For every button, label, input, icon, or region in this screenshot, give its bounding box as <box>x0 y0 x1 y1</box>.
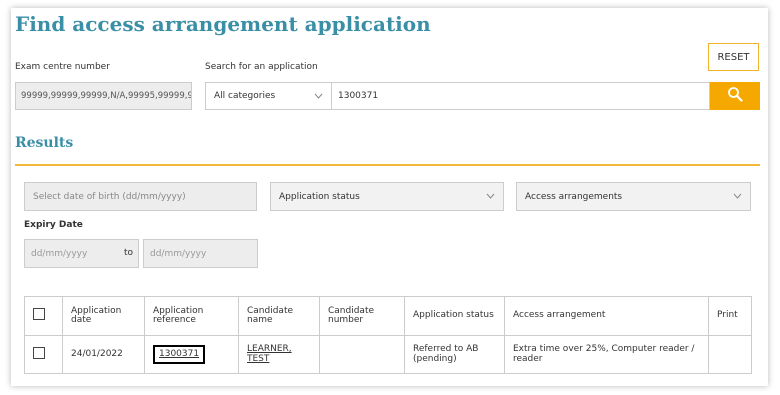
cell-application-date: 24/01/2022 <box>62 335 145 374</box>
exam-centre-field: 99999,99999,99999,N/A,99995,99999,99999 <box>15 82 192 110</box>
search-button[interactable] <box>710 82 760 110</box>
expiry-to-placeholder: dd/mm/yyyy <box>150 248 207 259</box>
results-title: Results <box>15 135 74 151</box>
arrangements-filter-label: Access arrangements <box>525 191 623 202</box>
col-header-application-status[interactable]: Application status <box>404 296 505 336</box>
col-header-application-date[interactable]: Application date <box>62 296 145 336</box>
chevron-down-icon <box>314 92 323 101</box>
results-table: Application date Application reference C… <box>24 296 752 374</box>
cell-candidate-number <box>319 335 405 374</box>
table-row: 24/01/2022 1300371 LEARNER, TEST Referre… <box>24 335 752 374</box>
table-header-row: Application date Application reference C… <box>24 296 752 336</box>
search-label: Search for an application <box>205 62 318 72</box>
application-reference-link[interactable]: 1300371 <box>159 349 199 359</box>
status-filter-select[interactable]: Application status <box>270 182 504 211</box>
search-query-value: 1300371 <box>338 91 379 101</box>
select-all-checkbox[interactable] <box>33 308 45 321</box>
cell-application-reference: 1300371 <box>144 335 239 374</box>
cell-application-status: Referred to AB (pending) <box>404 335 505 374</box>
expiry-from-placeholder: dd/mm/yyyy <box>31 248 88 259</box>
col-header-application-reference[interactable]: Application reference <box>144 296 239 336</box>
cell-candidate-name: LEARNER, TEST <box>238 335 320 374</box>
category-select[interactable]: All categories <box>205 82 332 110</box>
select-all-cell <box>24 296 63 336</box>
chevron-down-icon <box>486 192 495 201</box>
candidate-name-link[interactable]: LEARNER, TEST <box>247 344 292 363</box>
expiry-date-label: Expiry Date <box>24 220 83 230</box>
cell-access-arrangement: Extra time over 25%, Computer reader / r… <box>504 335 709 374</box>
expiry-to-input[interactable]: dd/mm/yyyy <box>143 239 258 268</box>
col-header-candidate-name[interactable]: Candidate name <box>238 296 320 336</box>
status-filter-label: Application status <box>279 191 360 202</box>
results-divider <box>15 164 760 166</box>
search-icon <box>727 86 743 106</box>
exam-centre-value: 99999,99999,99999,N/A,99995,99999,99999 <box>21 91 191 101</box>
chevron-down-icon <box>733 192 742 201</box>
dob-placeholder: Select date of birth (dd/mm/yyyy) <box>33 191 186 202</box>
col-header-print: Print <box>708 296 752 336</box>
page-title: Find access arrangement application <box>15 12 431 36</box>
reference-highlight: 1300371 <box>153 344 206 365</box>
exam-centre-label: Exam centre number <box>15 62 110 72</box>
col-header-access-arrangement[interactable]: Access arrangement <box>504 296 709 336</box>
reset-button[interactable]: RESET <box>708 43 759 71</box>
dob-filter[interactable]: Select date of birth (dd/mm/yyyy) <box>24 182 257 211</box>
category-value: All categories <box>214 91 276 101</box>
row-checkbox[interactable] <box>33 346 45 359</box>
expiry-from-input[interactable]: dd/mm/yyyy <box>24 239 139 268</box>
col-header-candidate-number[interactable]: Candidate number <box>319 296 405 336</box>
arrangements-filter-select[interactable]: Access arrangements <box>516 182 751 211</box>
search-input[interactable]: 1300371 <box>332 82 710 110</box>
cell-print[interactable] <box>708 335 752 374</box>
row-select-cell <box>24 335 63 374</box>
expiry-to-label: to <box>124 248 134 258</box>
